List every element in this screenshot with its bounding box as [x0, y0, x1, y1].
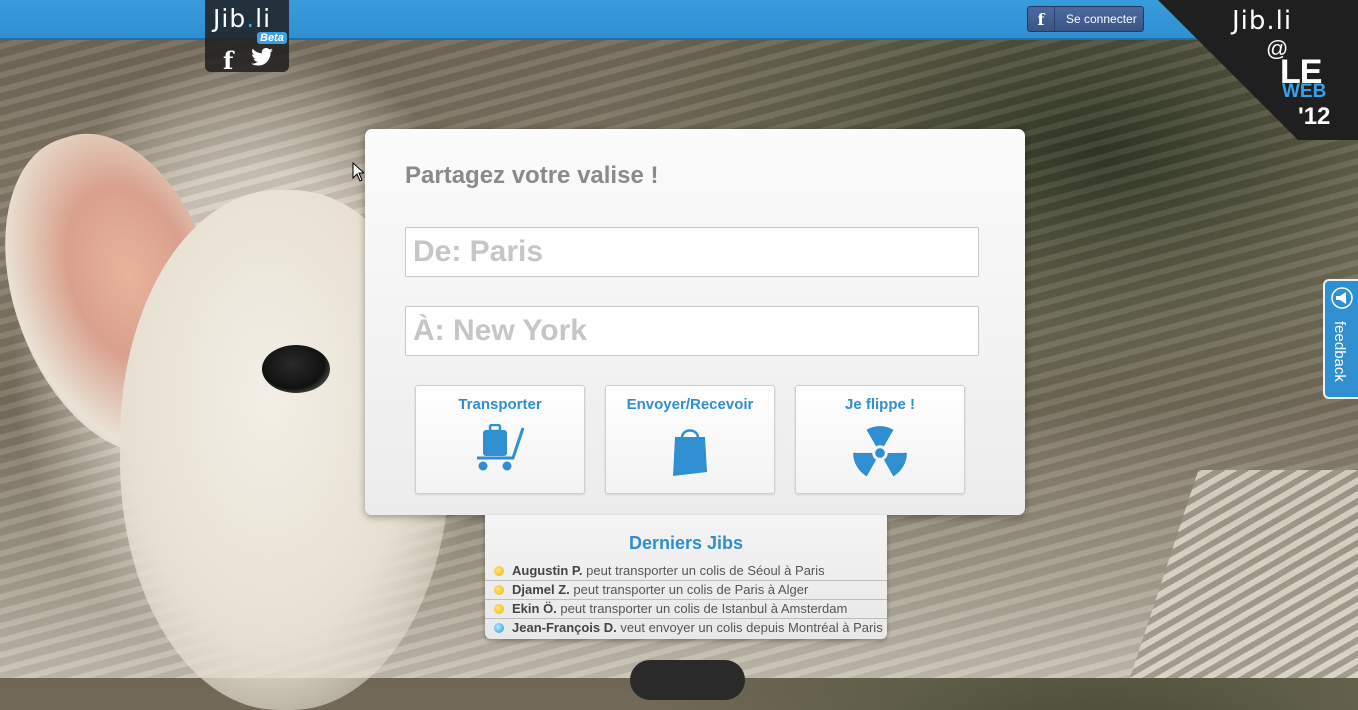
jib-text: veut envoyer un colis depuis Montréal à …	[620, 620, 883, 635]
beta-badge: Beta	[257, 32, 287, 44]
bottom-controls[interactable]	[630, 660, 745, 700]
facebook-icon: f	[1028, 7, 1055, 31]
twitter-icon[interactable]	[251, 48, 273, 71]
jib-text: peut transporter un colis de Istanbul à …	[560, 601, 848, 616]
transporter-button[interactable]: Transporter	[415, 385, 585, 494]
facebook-icon[interactable]: f	[223, 46, 233, 75]
radiation-icon	[796, 424, 964, 482]
leweb-year-text: '12	[1298, 103, 1331, 130]
je-flippe-button[interactable]: Je flippe !	[795, 385, 965, 494]
je-flippe-label: Je flippe !	[844, 396, 915, 413]
list-item[interactable]: Djamel Z. peut transporter un colis de P…	[485, 581, 887, 600]
latest-jibs-title: Derniers Jibs	[628, 533, 744, 553]
status-dot-icon	[494, 623, 504, 633]
latest-jibs-list: Augustin P. peut transporter un colis de…	[485, 562, 887, 637]
status-dot-icon	[494, 585, 504, 595]
leweb-web-text: WEB	[1282, 81, 1327, 102]
transporter-label: Transporter	[458, 396, 542, 413]
envoyer-recevoir-label: Envoyer/Recevoir	[626, 396, 754, 413]
status-dot-icon	[494, 604, 504, 614]
logo[interactable]: Jib.li	[213, 4, 271, 33]
search-card: Partagez votre valise ! Transporter Envo…	[365, 129, 1025, 515]
to-input[interactable]	[405, 306, 979, 356]
feedback-label: feedback	[1331, 321, 1348, 382]
latest-jibs-panel: Derniers Jibs Augustin P. peut transport…	[485, 515, 887, 639]
list-item[interactable]: Augustin P. peut transporter un colis de…	[485, 562, 887, 581]
from-input[interactable]	[405, 227, 979, 277]
shopping-bag-icon	[606, 424, 774, 478]
connect-label: Se connecter	[1066, 12, 1137, 26]
list-item[interactable]: Jean-François D. veut envoyer un colis d…	[485, 619, 887, 637]
jib-text: peut transporter un colis de Séoul à Par…	[586, 563, 825, 578]
jib-user-name: Augustin P.	[512, 563, 583, 578]
luggage-cart-icon	[416, 424, 584, 472]
search-title: Partagez votre valise !	[405, 162, 659, 189]
background-lamb-eye	[262, 345, 330, 393]
logo-box[interactable]: Jib.li Beta f	[205, 0, 289, 75]
background-stairs	[1130, 470, 1358, 678]
jib-user-name: Djamel Z.	[512, 582, 570, 597]
megaphone-icon	[1331, 287, 1353, 314]
jib-text: peut transporter un colis de Paris à Alg…	[573, 582, 809, 597]
jib-user-name: Ekin Ö.	[512, 601, 557, 616]
top-bar	[0, 0, 1358, 40]
leweb-jibli-text: Jib.li	[1232, 6, 1293, 36]
list-item[interactable]: Ekin Ö. peut transporter un colis de Ist…	[485, 600, 887, 619]
facebook-connect-button[interactable]: f Se connecter	[1027, 6, 1144, 32]
jib-user-name: Jean-François D.	[512, 620, 617, 635]
status-dot-icon	[494, 566, 504, 576]
mouse-cursor-icon	[352, 161, 366, 187]
envoyer-recevoir-button[interactable]: Envoyer/Recevoir	[605, 385, 775, 494]
feedback-tab[interactable]: feedback	[1323, 279, 1358, 399]
